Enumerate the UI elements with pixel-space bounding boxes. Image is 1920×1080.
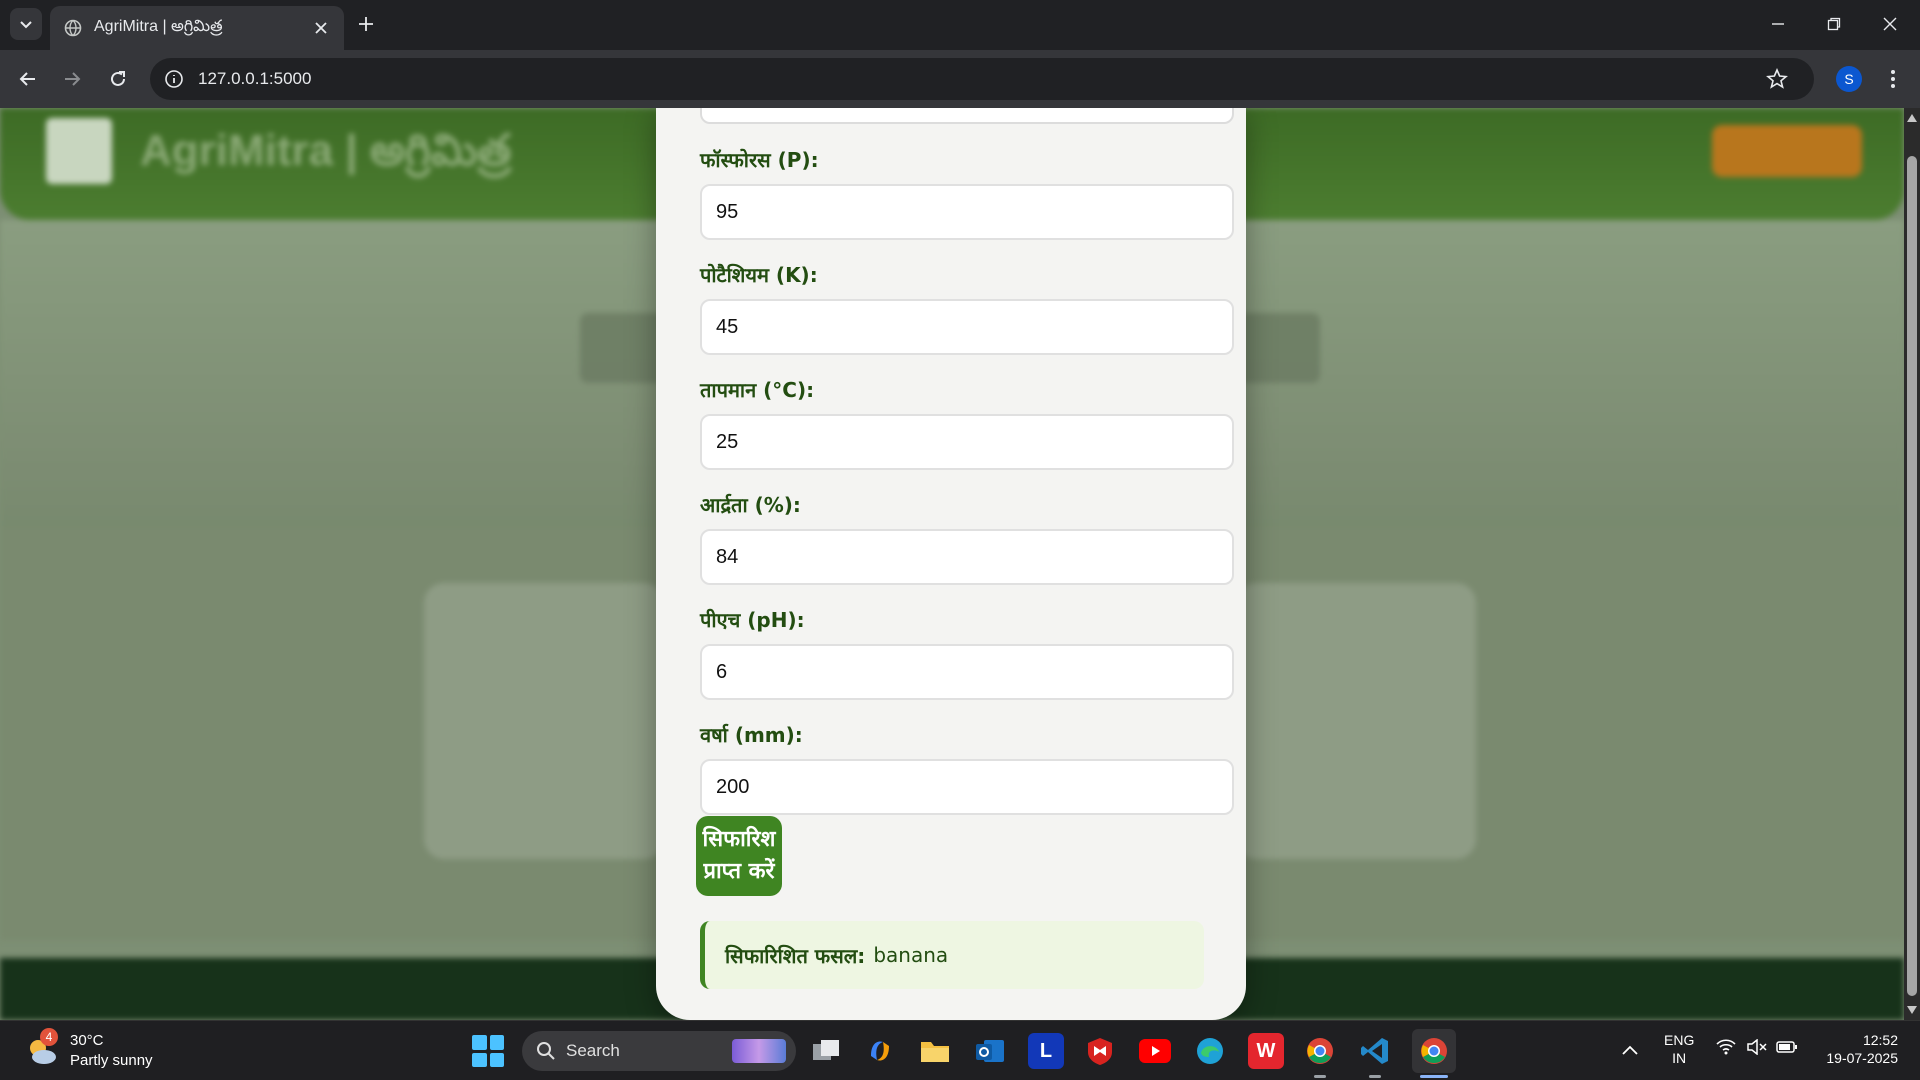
field-phosphorus: फॉस्फोरस (P): [700, 146, 1234, 240]
result-value: banana [873, 943, 949, 967]
l-app-icon[interactable]: L [1028, 1033, 1064, 1069]
new-tab-icon[interactable] [354, 12, 378, 36]
language-code: ENG [1664, 1032, 1695, 1048]
site-logo [46, 118, 112, 184]
weather-desc: Partly sunny [70, 1052, 153, 1069]
region-code: IN [1672, 1050, 1687, 1066]
edge-icon[interactable] [1192, 1033, 1228, 1069]
more-menu-icon[interactable] [1880, 66, 1906, 92]
field-humidity: आर्द्रता (%): [700, 491, 1234, 585]
temperature-input[interactable] [700, 414, 1234, 470]
muted-speaker-icon[interactable] [1746, 1038, 1768, 1059]
previous-input-field[interactable] [700, 108, 1234, 124]
tab-title: AgriMitra | అగ్రిమిత్ర [94, 18, 223, 35]
clock-time: 12:52 [1862, 1032, 1898, 1048]
vscode-icon[interactable] [1357, 1033, 1393, 1069]
outlook-icon[interactable] [972, 1033, 1008, 1069]
search-icon [536, 1041, 556, 1061]
bookmark-star-icon[interactable] [1766, 68, 1788, 90]
weather-temp: 30°C [70, 1032, 104, 1049]
feature-card [1236, 583, 1476, 859]
scroll-thumb[interactable] [1907, 156, 1917, 996]
windows-logo-icon [472, 1035, 487, 1050]
copilot-icon[interactable] [862, 1033, 898, 1069]
language-indicator[interactable]: ENG IN [1664, 1031, 1694, 1067]
chrome-active-icon[interactable] [1412, 1029, 1456, 1073]
search-highlight-icon [732, 1039, 786, 1063]
wps-office-icon[interactable]: W [1248, 1033, 1284, 1069]
ph-input[interactable] [700, 644, 1234, 700]
restore-icon[interactable] [1814, 10, 1854, 38]
taskbar-search[interactable]: Search [522, 1031, 796, 1071]
recommendation-result: सिफारिशित फसल: banana [700, 921, 1204, 989]
page-viewport: AgriMitra | అగ్రిమిత్ర फॉस्फोरस (P): पोट… [0, 108, 1920, 1020]
back-arrow-icon[interactable] [14, 65, 42, 93]
globe-icon [64, 19, 82, 37]
profile-avatar[interactable]: S [1836, 66, 1862, 92]
get-recommendation-button[interactable]: सिफारिश प्राप्त करें [696, 816, 782, 896]
browser-tab[interactable]: AgriMitra | అగ్రిమిత్ర [50, 6, 344, 50]
mcafee-icon[interactable] [1082, 1033, 1118, 1069]
humidity-input[interactable] [700, 529, 1234, 585]
partly-sunny-icon: 4 [24, 1028, 58, 1068]
tab-search-button[interactable] [10, 8, 42, 40]
minimize-icon[interactable] [1758, 10, 1798, 38]
site-brand: AgriMitra | అగ్రిమిత్ర [140, 126, 512, 175]
youtube-icon[interactable] [1137, 1033, 1173, 1069]
crop-recommendation-modal: फॉस्फोरस (P): पोटैशियम (K): तापमान (°C):… [656, 108, 1246, 1020]
potassium-input[interactable] [700, 299, 1234, 355]
show-hidden-icons[interactable] [1622, 1041, 1638, 1059]
header-button [1712, 125, 1862, 177]
potassium-label: पोटैशियम (K): [700, 263, 818, 287]
wifi-icon[interactable] [1716, 1039, 1736, 1059]
field-potassium: पोटैशियम (K): [700, 261, 1234, 355]
phosphorus-input[interactable] [700, 184, 1234, 240]
weather-widget[interactable]: 4 30°C Partly sunny [24, 1028, 153, 1071]
rainfall-input[interactable] [700, 759, 1234, 815]
file-explorer-icon[interactable] [917, 1033, 953, 1069]
result-label: सिफारिशित फसल: [725, 943, 866, 968]
ph-label: पीएच (pH): [700, 608, 805, 632]
temperature-label: तापमान (°C): [700, 378, 815, 402]
battery-icon[interactable] [1776, 1039, 1798, 1059]
search-label: Search [566, 1041, 620, 1060]
rainfall-label: वर्षा (mm): [700, 723, 803, 747]
site-info-icon[interactable] [164, 69, 184, 89]
running-indicator [1369, 1075, 1381, 1078]
windows-taskbar: 4 30°C Partly sunny Search L W ENG IN 12… [0, 1020, 1920, 1080]
close-tab-icon[interactable] [312, 19, 330, 37]
field-ph: पीएच (pH): [700, 606, 1234, 700]
field-temperature: तापमान (°C): [700, 376, 1234, 470]
url-text[interactable]: 127.0.0.1:5000 [198, 69, 311, 89]
weather-badge: 4 [40, 1028, 58, 1046]
scroll-down-icon[interactable] [1906, 1004, 1918, 1016]
chevron-down-icon [20, 21, 32, 29]
browser-toolbar: 127.0.0.1:5000 S [0, 50, 1920, 108]
forward-arrow-icon[interactable] [58, 65, 86, 93]
start-button[interactable] [472, 1035, 504, 1067]
address-bar[interactable]: 127.0.0.1:5000 [150, 58, 1814, 100]
reload-icon[interactable] [104, 65, 132, 93]
active-indicator [1420, 1075, 1448, 1078]
task-view-icon[interactable] [808, 1033, 844, 1069]
field-rainfall: वर्षा (mm): [700, 721, 1234, 815]
clock[interactable]: 12:52 19-07-2025 [1818, 1031, 1898, 1067]
feature-card [424, 583, 664, 859]
browser-tabbar: AgriMitra | అగ్రిమిత్ర [0, 0, 1920, 50]
humidity-label: आर्द्रता (%): [700, 493, 801, 517]
phosphorus-label: फॉस्फोरस (P): [700, 148, 819, 172]
chrome-profile-icon[interactable] [1302, 1033, 1338, 1069]
page-scrollbar[interactable] [1904, 108, 1920, 1020]
close-window-icon[interactable] [1870, 10, 1910, 38]
scroll-up-icon[interactable] [1906, 112, 1918, 124]
running-indicator [1314, 1075, 1326, 1078]
clock-date: 19-07-2025 [1826, 1050, 1898, 1066]
